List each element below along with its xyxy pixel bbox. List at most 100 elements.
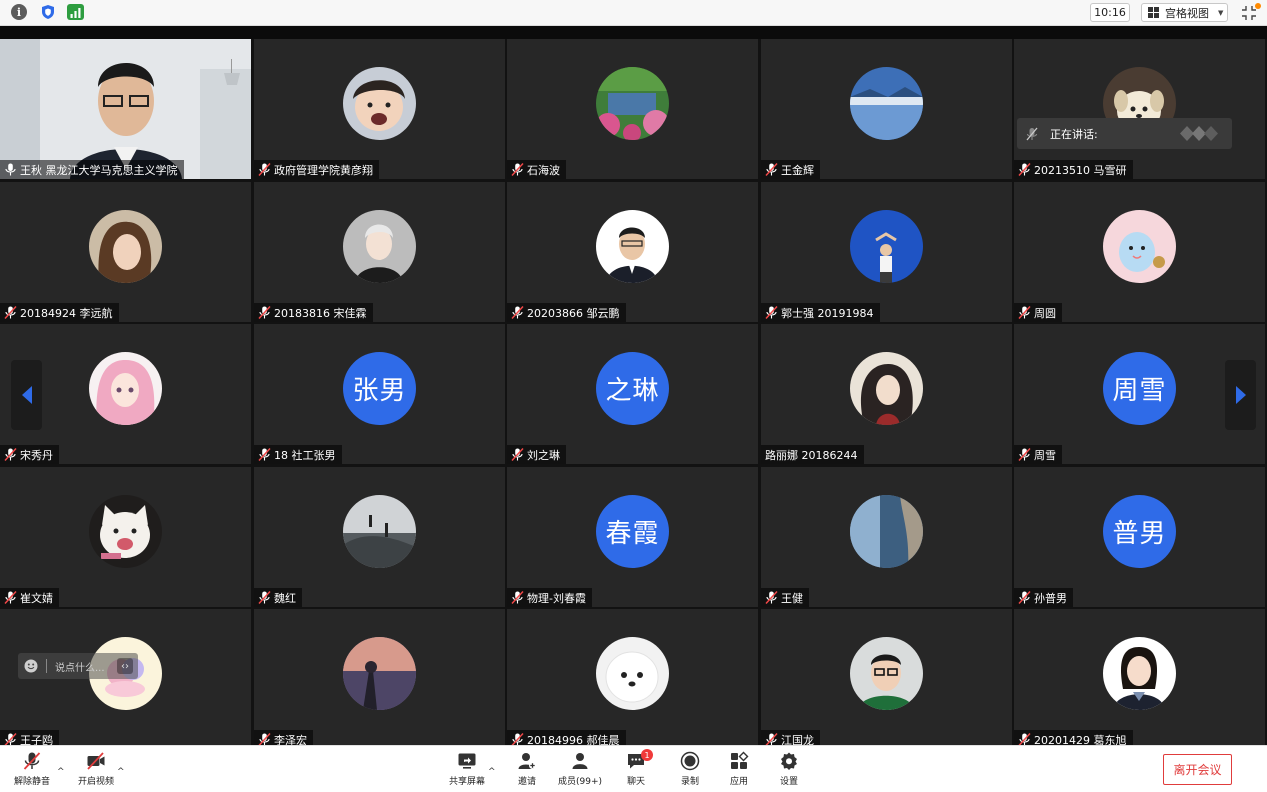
participant-avatar [596, 67, 669, 140]
participant-avatar [89, 495, 162, 568]
participant-tile[interactable]: 江国龙 [761, 609, 1012, 749]
participant-name-bar: 20213510 马雪研 [1014, 160, 1133, 179]
participant-name-bar: 18 社工张男 [254, 445, 342, 464]
participant-name: 孙普男 [1034, 591, 1067, 605]
apps-button[interactable]: 应用 [729, 751, 749, 787]
participant-name-bar: 孙普男 [1014, 588, 1073, 607]
muted-mic-icon [765, 163, 778, 176]
muted-mic-icon [23, 752, 41, 770]
participant-avatar [1103, 637, 1176, 710]
unmute-button[interactable]: 解除静音 [14, 751, 50, 787]
participant-name: 20183816 宋佳霖 [274, 306, 367, 320]
muted-mic-icon [765, 591, 778, 604]
info-icon[interactable]: i [11, 4, 27, 20]
muted-mic-icon [511, 306, 524, 319]
unread-badge: 1 [641, 749, 653, 761]
apps-icon [731, 751, 749, 769]
participant-tile[interactable]: 政府管理学院黄彦翔 [254, 39, 505, 179]
participant-name-bar: 宋秀丹 [0, 445, 59, 464]
participant-name-bar: 魏红 [254, 588, 302, 607]
participant-tile[interactable]: 20184924 李远航 [0, 182, 251, 322]
muted-mic-icon [1018, 591, 1031, 604]
participant-tile[interactable]: 20201429 葛东旭 [1014, 609, 1265, 749]
leave-meeting-button[interactable]: 离开会议 [1163, 754, 1232, 785]
collapse-icon[interactable]: ‹› [117, 658, 133, 674]
participant-initials-avatar: 张男 [343, 352, 416, 425]
participant-name-bar: 石海波 [507, 160, 566, 179]
participant-initials-avatar: 周雪 [1103, 352, 1176, 425]
start-video-button[interactable]: 开启视频 [78, 751, 114, 787]
participant-name: 刘之琳 [527, 448, 560, 462]
participant-tile[interactable]: 周圆 [1014, 182, 1265, 322]
participant-tile[interactable]: 魏红 [254, 467, 505, 607]
participant-tile[interactable]: 20213510 马雪研 [1014, 39, 1265, 179]
gear-icon [781, 752, 797, 770]
participant-avatar [1103, 210, 1176, 283]
muted-mic-icon [1018, 448, 1031, 461]
participant-tile[interactable]: 20184996 郝佳晨 [507, 609, 758, 749]
participant-name-bar: 20184924 李远航 [0, 303, 119, 322]
share-screen-icon [458, 753, 476, 769]
participant-name: 王秋 黑龙江大学马克思主义学院 [20, 163, 178, 177]
participant-name: 魏红 [274, 591, 296, 605]
participant-tile[interactable]: 李泽宏 [254, 609, 505, 749]
participant-avatar [850, 495, 923, 568]
divider [46, 659, 47, 673]
members-button[interactable]: 成员(99+) [558, 751, 602, 787]
participant-tile[interactable]: 王秋 黑龙江大学马克思主义学院 [0, 39, 251, 179]
quick-chat-bar[interactable]: 说点什么... ‹› [18, 653, 138, 679]
mic-icon [5, 163, 16, 176]
video-options-caret-icon[interactable]: ^ [117, 767, 125, 777]
muted-mic-icon [258, 448, 271, 461]
participant-name: 20184924 李远航 [20, 306, 113, 320]
signal-icon[interactable] [67, 4, 84, 20]
settings-button[interactable]: 设置 [779, 751, 799, 787]
previous-page-button[interactable] [11, 360, 42, 430]
start-video-label: 开启视频 [78, 777, 115, 787]
chevron-down-icon: ▼ [1218, 8, 1224, 17]
bottom-toolbar: 解除静音 ^ 开启视频 ^ 共享屏幕 ^ 邀请 成员(99+) 聊天 1 录制 … [0, 745, 1267, 792]
participant-name: 18 社工张男 [274, 448, 336, 462]
muted-mic-icon [1018, 306, 1031, 319]
participant-tile[interactable]: 石海波 [507, 39, 758, 179]
view-mode-button[interactable]: 宫格视图 ▼ [1141, 3, 1228, 22]
participant-avatar [850, 210, 923, 283]
view-mode-label: 宫格视图 [1165, 6, 1209, 20]
muted-mic-icon [511, 163, 524, 176]
participant-tile[interactable]: 王金辉 [761, 39, 1012, 179]
share-screen-button[interactable]: 共享屏幕 [449, 751, 485, 787]
top-bar: i 10:16 宫格视图 ▼ [0, 0, 1267, 26]
share-options-caret-icon[interactable]: ^ [488, 767, 496, 777]
participant-tile[interactable]: 张男 18 社工张男 [254, 324, 505, 464]
participant-name: 崔文婧 [20, 591, 53, 605]
muted-mic-icon [511, 591, 524, 604]
participant-name: 周圆 [1034, 306, 1056, 320]
participant-tile[interactable]: 王健 [761, 467, 1012, 607]
participant-tile[interactable]: 20203866 邹云鹏 [507, 182, 758, 322]
record-button[interactable]: 录制 [680, 751, 700, 787]
participant-tile[interactable]: 王子鸥 [0, 609, 251, 749]
participant-initials-avatar: 春霞 [596, 495, 669, 568]
participant-tile[interactable]: 普男 孙普男 [1014, 467, 1265, 607]
participant-tile[interactable]: 路丽娜 20186244 [761, 324, 1012, 464]
next-page-button[interactable] [1225, 360, 1256, 430]
participant-name: 20213510 马雪研 [1034, 163, 1127, 177]
participant-avatar [596, 210, 669, 283]
shield-icon[interactable] [40, 4, 56, 20]
invite-button[interactable]: 邀请 [517, 751, 537, 787]
chat-label: 聊天 [626, 777, 645, 787]
participant-avatar [343, 495, 416, 568]
muted-mic-icon [258, 163, 271, 176]
participant-tile[interactable]: 之琳 刘之琳 [507, 324, 758, 464]
participant-name-bar: 周圆 [1014, 303, 1062, 322]
participant-tile[interactable]: 20183816 宋佳霖 [254, 182, 505, 322]
audio-options-caret-icon[interactable]: ^ [57, 767, 65, 777]
participant-tile[interactable]: 崔文婧 [0, 467, 251, 607]
muted-mic-icon [511, 448, 524, 461]
arrow-left-icon [21, 386, 32, 404]
grid-view-icon [1148, 7, 1160, 18]
arrow-right-icon [1235, 386, 1246, 404]
participant-tile[interactable]: 春霞 物理-刘春霞 [507, 467, 758, 607]
chat-input[interactable]: 说点什么... [55, 659, 105, 674]
participant-tile[interactable]: 郭士强 20191984 [761, 182, 1012, 322]
